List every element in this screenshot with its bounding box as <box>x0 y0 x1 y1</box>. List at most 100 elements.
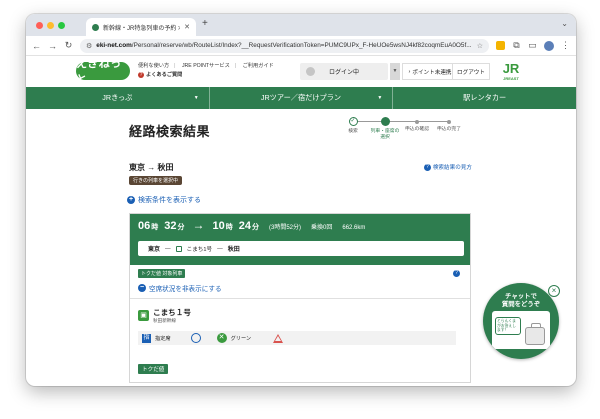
minute-unit: 分 <box>252 224 259 231</box>
departure-hour: 06 <box>138 220 151 232</box>
profile-avatar[interactable] <box>544 40 554 51</box>
route-arrow: → <box>147 163 156 172</box>
jr-logo-subtext: JREAST <box>503 76 519 81</box>
browser-tab[interactable]: 新幹線・JR特急列車の予約 > 経路 ✕ <box>86 18 196 36</box>
dash: — <box>217 245 223 252</box>
show-conditions-toggle[interactable]: + 検索条件を表示する <box>127 195 201 205</box>
header-link-point[interactable]: JRE POINTサービス <box>182 63 230 69</box>
info-icon[interactable]: ? <box>453 270 460 277</box>
reload-icon[interactable]: ↻ <box>64 40 73 51</box>
arrival-hour: 10 <box>212 220 225 232</box>
segment-to: 秋田 <box>227 247 240 253</box>
main-nav: JRきっぷ ▼ JRツアー／宿だけプラン ▼ 駅レンタカー <box>26 87 576 109</box>
hide-availability-toggle[interactable]: − 空席状況を非表示にする <box>138 283 222 293</box>
login-status[interactable]: ログイン中 <box>300 63 388 80</box>
chat-title-line2: 質問をどうぞ <box>501 301 541 308</box>
tokudane-tag: トクだ値 対象列車 <box>138 269 186 278</box>
trunk-mascot-icon <box>525 323 545 345</box>
chat-speech: とらんくまがお答えします！ <box>495 317 521 335</box>
minus-icon: − <box>138 284 146 292</box>
forward-arrow-icon[interactable]: → <box>48 41 57 51</box>
available-circle-icon[interactable] <box>190 333 201 343</box>
help-link-label: 検索結果の見方 <box>432 165 472 171</box>
nav-item-rentacar[interactable]: 駅レンタカー <box>393 87 576 109</box>
segment-bar: 東京 — こまち1号 — 秋田 <box>138 241 464 256</box>
chat-close-button[interactable]: × <box>548 285 560 297</box>
hide-availability-label: 空席状況を非表示にする <box>149 286 222 293</box>
step-confirm: 申込の確認 <box>402 117 432 133</box>
browser-menu-icon[interactable]: ⋮ <box>561 40 570 51</box>
header-link-usage[interactable]: 便利な使い方 <box>138 63 169 69</box>
show-conditions-label: 検索条件を表示する <box>138 197 201 204</box>
caret-down-icon: ▼ <box>193 95 199 101</box>
few-seats-triangle-icon[interactable] <box>273 333 284 343</box>
green-car-icon[interactable]: ✕ <box>216 333 227 343</box>
address-bar[interactable]: ⚙ eki-net.com/Personal/reserve/wb/RouteL… <box>80 38 489 53</box>
bookmark-star-icon[interactable]: ☆ <box>477 42 483 50</box>
tab-close-icon[interactable]: ✕ <box>184 23 190 31</box>
result-card[interactable]: 06 時 32 分 → 10 時 24 分 (3時間52分) 乗換0回 662.6km 東京… <box>129 213 471 383</box>
points-label: ポイント未連携 <box>412 69 452 76</box>
url-path: /Personal/reserve/wb/RouteList/Index?__R… <box>131 42 472 49</box>
transfers: 乗換0回 <box>311 225 333 231</box>
points-button[interactable]: › ポイント未連携 <box>402 63 458 80</box>
hour-unit: 時 <box>151 224 159 231</box>
sidebar-icon[interactable]: ▭ <box>528 40 537 51</box>
chat-widget[interactable]: チャットで 質問をどうぞ とらんくまがお答えします！ <box>483 283 559 359</box>
reserved-seat-icon: 指 <box>142 333 151 343</box>
extension-icon[interactable] <box>496 41 505 50</box>
account-dropdown-button[interactable]: ▼ <box>390 63 400 80</box>
nav-label: 駅レンタカー <box>463 93 507 102</box>
step-search: ✓ 検索 <box>338 117 368 135</box>
maximize-window-button[interactable] <box>58 22 65 29</box>
dash: — <box>165 245 171 252</box>
faq-link[interactable]: よくあるご質問 <box>146 72 182 78</box>
tab-title: 新幹線・JR特急列車の予約 > 経路 <box>103 25 181 32</box>
nav-item-jr-tickets[interactable]: JRきっぷ ▼ <box>26 87 210 109</box>
step-label: 検索 <box>348 129 358 134</box>
route-to: 秋田 <box>157 163 174 172</box>
caret-down-icon: ▼ <box>377 95 383 101</box>
nav-item-jr-tour[interactable]: JRツアー／宿だけプラン ▼ <box>210 87 394 109</box>
browser-toolbar: ← → ↻ ⚙ eki-net.com/Personal/reserve/wb/… <box>26 36 576 56</box>
route-from: 東京 <box>129 163 145 172</box>
nav-label: JRツアー／宿だけプラン <box>260 93 342 102</box>
check-icon: ✓ <box>348 117 358 126</box>
site-favicon-icon <box>92 23 99 31</box>
extensions-puzzle-icon[interactable]: ⧉ <box>512 40 521 51</box>
duration: (3時間52分) <box>269 225 302 231</box>
step-label: 申込の完了 <box>437 127 461 132</box>
site-header: えきねっと 便利な使い方 | JRE POINTサービス | ご利用ガイド ? よくあ… <box>26 56 576 86</box>
result-card-header: 06 時 32 分 → 10 時 24 分 (3時間52分) 乗換0回 662.6km 東京… <box>130 214 470 265</box>
new-tab-button[interactable]: + <box>202 18 208 29</box>
help-link[interactable]: ? 検索結果の見方 <box>423 163 472 171</box>
plus-icon: + <box>127 196 135 204</box>
close-window-button[interactable] <box>36 22 43 29</box>
segment-from: 東京 <box>148 247 161 253</box>
step-label: 申込の確認 <box>405 127 429 132</box>
route-summary: 東京 → 秋田 <box>129 162 173 173</box>
progress-stepper: ✓ 検索 列車・座席の選択 申込の確認 申込の完了 <box>338 117 464 157</box>
tokudane-button[interactable]: トクだ値 <box>138 364 169 374</box>
seat-green-label: グリーン <box>230 335 252 342</box>
site-info-icon[interactable]: ⚙ <box>86 42 92 50</box>
logout-button[interactable]: ログアウト <box>452 63 490 80</box>
minimize-window-button[interactable] <box>47 22 54 29</box>
train-name: こまち１号 <box>153 308 191 317</box>
minute-unit: 分 <box>177 224 185 231</box>
faq-icon: ? <box>138 72 144 78</box>
url-domain: eki-net.com <box>96 42 132 49</box>
tab-search-icon[interactable]: ⌄ <box>561 19 568 28</box>
step-active-dot <box>380 117 390 126</box>
seat-reserved-label: 指定席 <box>155 335 171 342</box>
chat-title: チャットで 質問をどうぞ <box>483 293 559 309</box>
departure-minute: 32 <box>164 220 177 232</box>
step-dot <box>447 120 451 124</box>
back-arrow-icon[interactable]: ← <box>32 41 41 51</box>
divider <box>130 298 470 299</box>
header-link-guide[interactable]: ご利用ガイド <box>243 63 274 69</box>
user-icon <box>306 67 315 76</box>
arrow-right-icon: → <box>192 218 205 232</box>
arrival-minute: 24 <box>238 220 251 232</box>
ekinet-logo[interactable]: えきねっと <box>76 58 130 86</box>
